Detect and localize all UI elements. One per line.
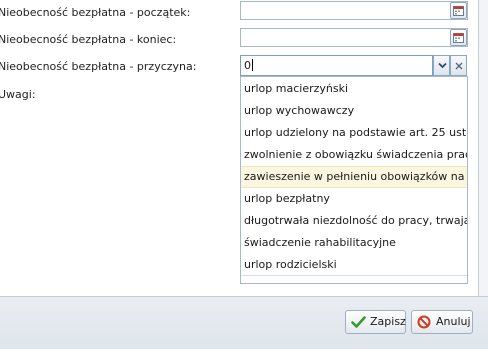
text-caret [252, 59, 253, 71]
notes-label: Uwagi: [0, 88, 36, 101]
dropdown-option[interactable]: świadczenie rahabilitacyjne [241, 232, 467, 254]
dropdown-option[interactable]: zwolnienie z obowiązku świadczenia prac [241, 144, 467, 166]
reason-dropdown-button[interactable] [433, 55, 450, 76]
calendar-icon [453, 6, 464, 16]
save-button[interactable]: Zapisz [345, 310, 406, 334]
dropdown-option[interactable]: urlop wychowawczy [241, 100, 467, 122]
forbidden-icon [417, 315, 431, 329]
close-icon [455, 62, 463, 70]
end-date-picker-button[interactable] [450, 29, 467, 46]
start-date-label: Nieobecność bezpłatna - początek: [0, 6, 191, 19]
reason-clear-button[interactable] [450, 55, 467, 76]
start-date-picker-button[interactable] [450, 2, 467, 19]
cancel-button[interactable]: Anuluj [411, 310, 473, 334]
end-date-field[interactable] [240, 28, 468, 47]
reason-input-value: 0 [244, 59, 251, 72]
reason-label: Nieobecność bezpłatna - przyczyna: [0, 60, 197, 73]
checkmark-icon [351, 316, 366, 328]
dropdown-option[interactable]: urlop rodzicielski [241, 254, 467, 276]
dropdown-option[interactable]: urlop udzielony na podstawie art. 25 ust [241, 122, 467, 144]
end-date-label: Nieobecność bezpłatna - koniec: [0, 33, 177, 46]
dropdown-list-end [241, 275, 467, 283]
start-date-field[interactable] [240, 1, 468, 20]
dropdown-option-highlighted[interactable]: zawieszenie w pełnieniu obowiązków na [241, 166, 467, 188]
dropdown-option[interactable]: urlop macierzyński [241, 78, 467, 100]
chevron-down-icon [438, 62, 447, 69]
dropdown-option[interactable]: urlop bezpłatny [241, 188, 467, 210]
cancel-button-label: Anuluj [436, 315, 471, 328]
calendar-icon [453, 33, 464, 43]
reason-combobox-input[interactable]: 0 [240, 55, 433, 76]
reason-dropdown-list[interactable]: urlop macierzyński urlop wychowawczy url… [240, 76, 468, 284]
dropdown-option[interactable]: długotrwała niezdolność do pracy, trwają [241, 210, 467, 232]
panel-edge [479, 0, 488, 296]
save-button-label: Zapisz [370, 315, 406, 328]
